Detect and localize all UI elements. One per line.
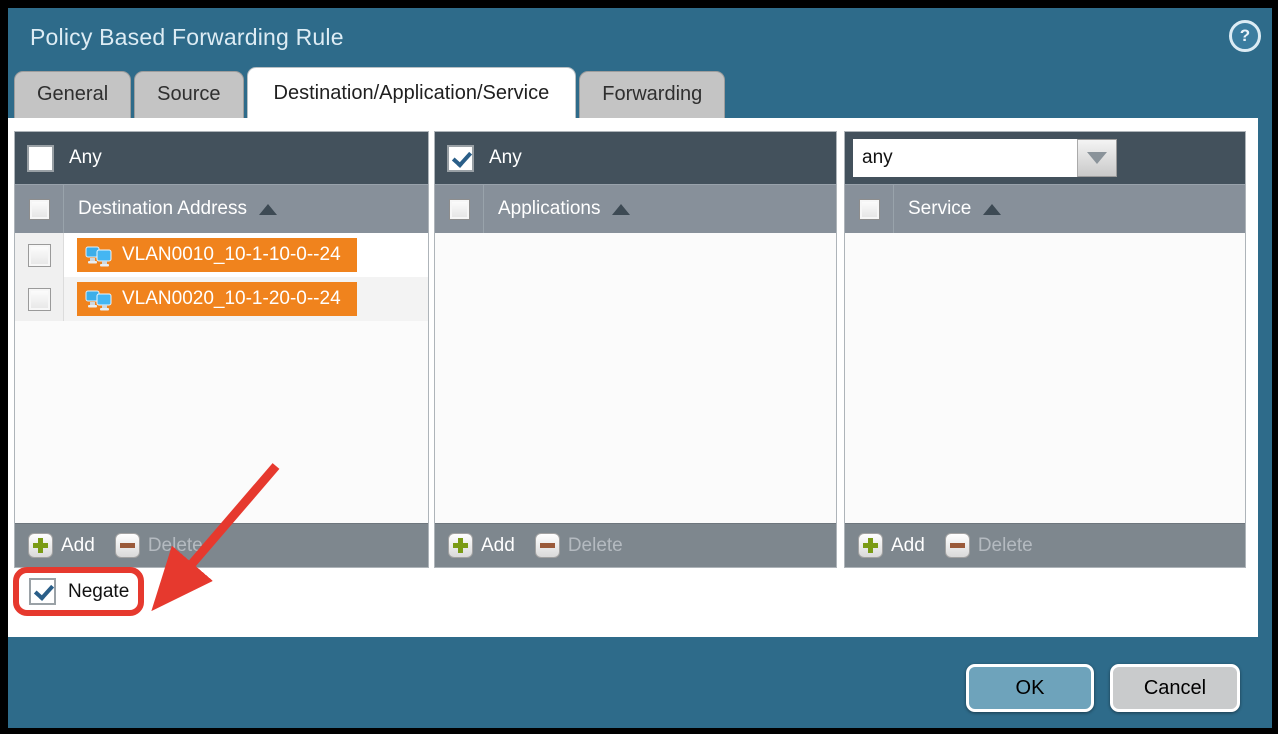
dropdown-button[interactable]	[1077, 139, 1117, 177]
address-object-name: VLAN0020_10-1-20-0--24	[122, 288, 341, 310]
service-column-label: Service	[908, 198, 971, 220]
service-list	[845, 233, 1245, 523]
delete-icon	[945, 533, 970, 558]
add-icon	[28, 533, 53, 558]
add-icon	[858, 533, 883, 558]
destination-column-header[interactable]: Destination Address	[15, 184, 428, 233]
service-column-header[interactable]: Service	[845, 184, 1245, 233]
tab-content: Any Destination Address	[8, 118, 1258, 637]
delete-button[interactable]: Delete	[115, 533, 203, 558]
destination-select-all-checkbox[interactable]	[29, 199, 50, 220]
applications-column-header[interactable]: Applications	[435, 184, 836, 233]
row-checkbox[interactable]	[28, 288, 51, 311]
service-panel: any Service Add	[844, 131, 1246, 568]
ok-button[interactable]: OK	[966, 664, 1094, 712]
pbf-rule-dialog: Policy Based Forwarding Rule General Sou…	[8, 8, 1272, 728]
delete-icon	[115, 533, 140, 558]
tab-source[interactable]: Source	[134, 71, 243, 118]
dialog-title: Policy Based Forwarding Rule	[30, 24, 344, 51]
negate-checkbox[interactable]	[29, 578, 56, 605]
destination-address-panel: Any Destination Address	[14, 131, 429, 568]
add-button[interactable]: Add	[28, 533, 95, 558]
tab-forwarding[interactable]: Forwarding	[579, 71, 725, 118]
sort-asc-icon	[612, 204, 630, 215]
chevron-down-icon	[1087, 152, 1107, 164]
applications-column-label: Applications	[498, 198, 600, 220]
destination-any-label: Any	[69, 147, 102, 169]
address-object-name: VLAN0010_10-1-10-0--24	[122, 244, 341, 266]
address-object-tag[interactable]: VLAN0020_10-1-20-0--24	[77, 282, 357, 316]
service-type-value: any	[853, 139, 1077, 177]
tab-general[interactable]: General	[14, 71, 131, 118]
row-checkbox[interactable]	[28, 244, 51, 267]
delete-button[interactable]: Delete	[945, 533, 1033, 558]
tab-bar: General Source Destination/Application/S…	[14, 66, 728, 118]
add-button[interactable]: Add	[448, 533, 515, 558]
service-actions-bar: Add Delete	[845, 523, 1245, 567]
table-row[interactable]: VLAN0020_10-1-20-0--24	[15, 277, 428, 321]
service-select-all-checkbox[interactable]	[859, 199, 880, 220]
table-row[interactable]: VLAN0010_10-1-10-0--24	[15, 233, 428, 277]
sort-asc-icon	[259, 204, 277, 215]
destination-actions-bar: Add Delete	[15, 523, 428, 567]
applications-any-checkbox[interactable]	[447, 145, 474, 172]
applications-any-label: Any	[489, 147, 522, 169]
delete-icon	[535, 533, 560, 558]
network-group-icon	[85, 287, 113, 311]
service-type-dropdown[interactable]: any	[853, 139, 1117, 177]
destination-any-checkbox[interactable]	[27, 145, 54, 172]
add-button[interactable]: Add	[858, 533, 925, 558]
sort-asc-icon	[983, 204, 1001, 215]
destination-any-bar: Any	[15, 132, 428, 184]
applications-actions-bar: Add Delete	[435, 523, 836, 567]
cancel-button[interactable]: Cancel	[1110, 664, 1240, 712]
applications-list	[435, 233, 836, 523]
negate-label: Negate	[68, 581, 129, 603]
negate-annotation-box: Negate	[13, 567, 144, 616]
applications-panel: Any Applications Add Delete	[434, 131, 837, 568]
help-icon[interactable]	[1229, 20, 1261, 52]
address-object-tag[interactable]: VLAN0010_10-1-10-0--24	[77, 238, 357, 272]
applications-any-bar: Any	[435, 132, 836, 184]
service-dropdown-bar: any	[845, 132, 1245, 184]
applications-select-all-checkbox[interactable]	[449, 199, 470, 220]
delete-button[interactable]: Delete	[535, 533, 623, 558]
destination-list: VLAN0010_10-1-10-0--24	[15, 233, 428, 523]
network-group-icon	[85, 243, 113, 267]
add-icon	[448, 533, 473, 558]
tab-destination-application-service[interactable]: Destination/Application/Service	[247, 67, 577, 118]
destination-column-label: Destination Address	[78, 198, 247, 220]
